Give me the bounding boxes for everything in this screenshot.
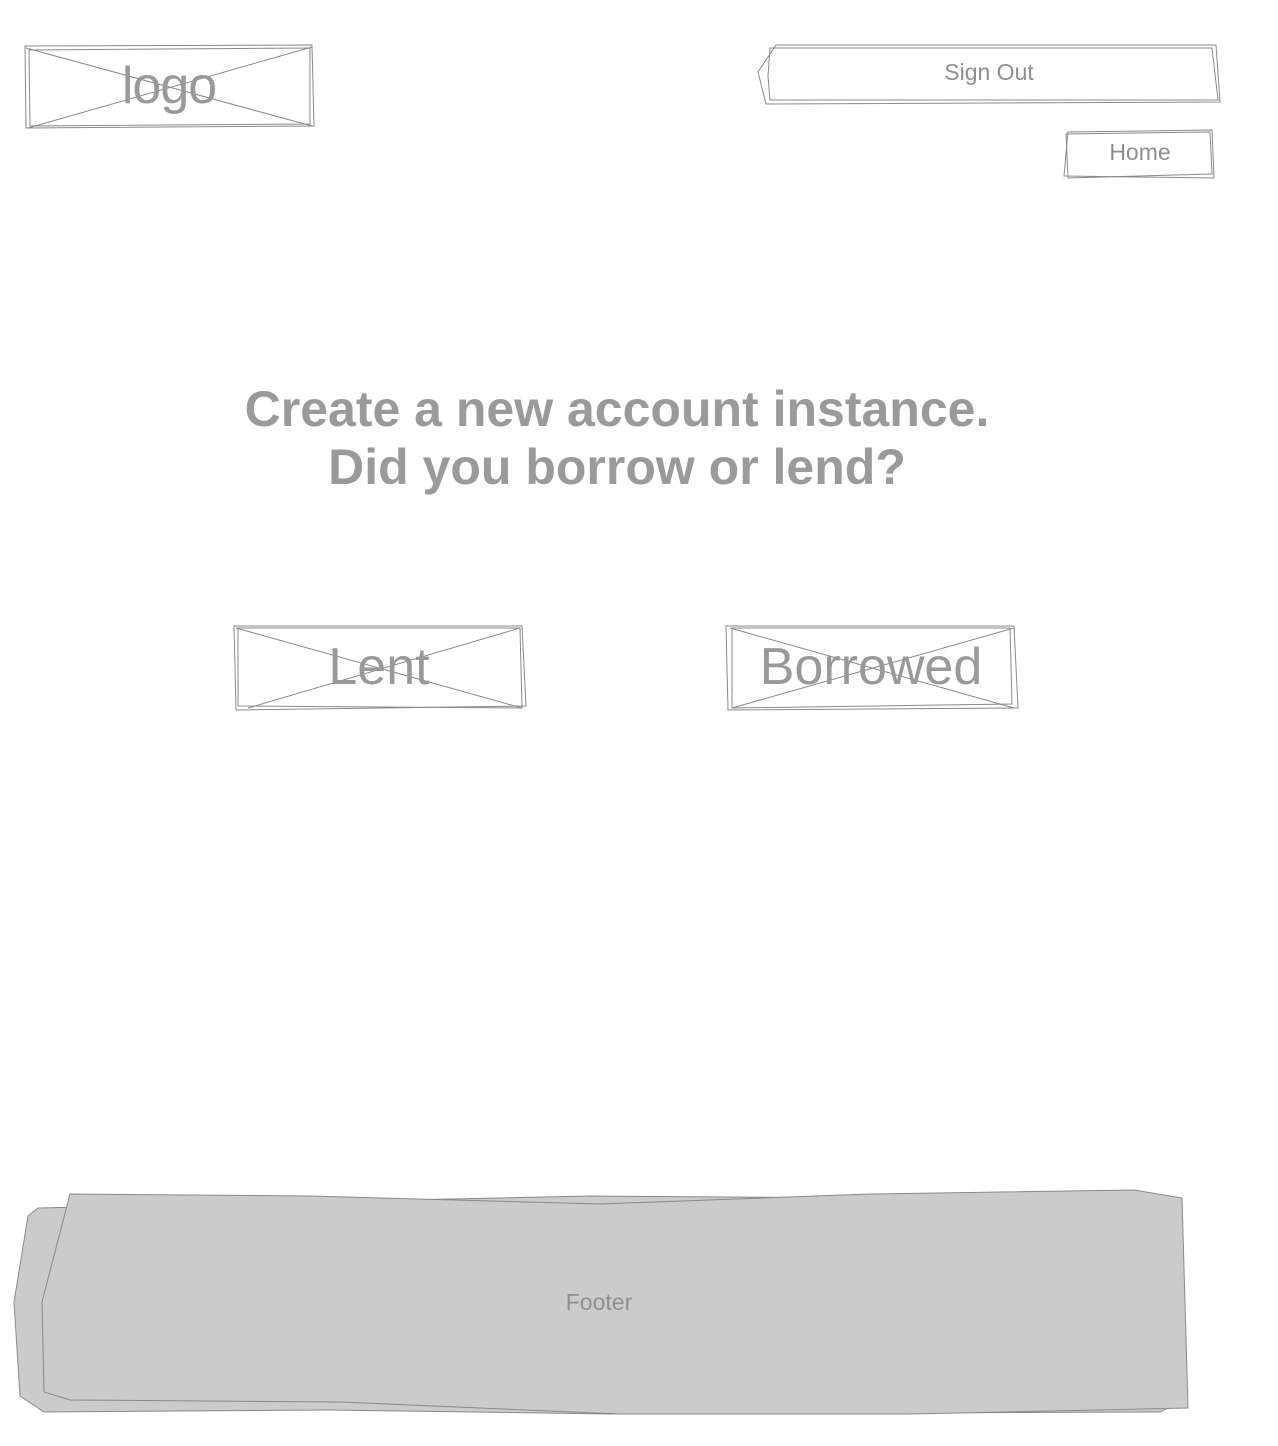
lent-button[interactable]: Lent (232, 622, 527, 712)
logo-placeholder: logo (22, 42, 316, 130)
borrowed-button[interactable]: Borrowed (724, 622, 1019, 712)
logo-text: logo (121, 57, 217, 115)
heading-line-1: Create a new account instance. (244, 381, 990, 437)
page-heading: Create a new account instance. Did you b… (0, 380, 1234, 496)
sign-out-label: Sign Out (944, 58, 1034, 85)
sign-out-button[interactable]: Sign Out (754, 42, 1224, 108)
home-button[interactable]: Home (1062, 128, 1218, 182)
borrowed-label: Borrowed (759, 638, 983, 696)
footer: Footer (10, 1186, 1192, 1418)
footer-label: Footer (565, 1288, 633, 1315)
heading-line-2: Did you borrow or lend? (328, 439, 906, 495)
lent-label: Lent (328, 638, 430, 696)
home-label: Home (1109, 138, 1171, 165)
